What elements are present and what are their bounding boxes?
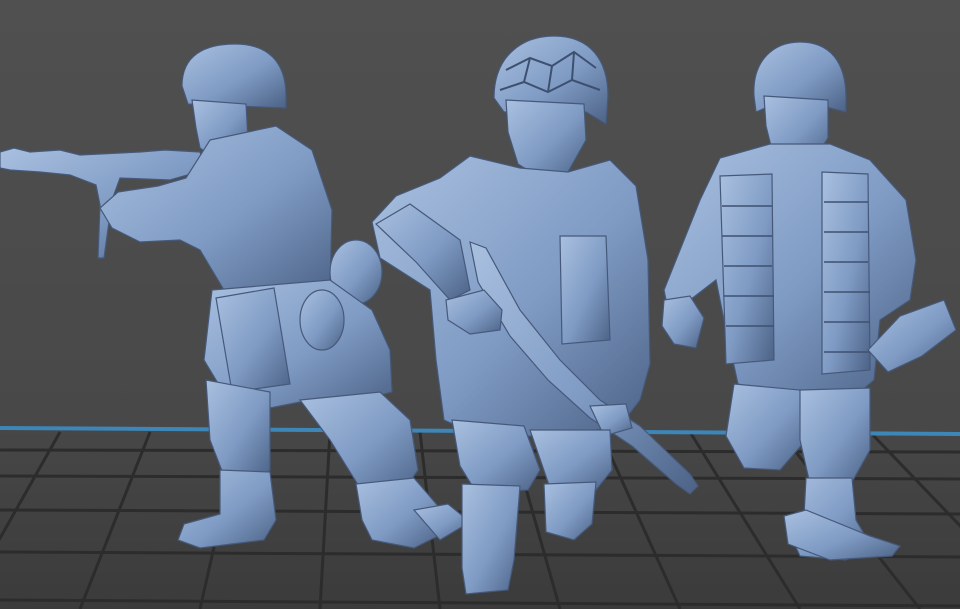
3d-viewport[interactable] — [0, 0, 960, 609]
scene-canvas — [0, 35, 960, 609]
